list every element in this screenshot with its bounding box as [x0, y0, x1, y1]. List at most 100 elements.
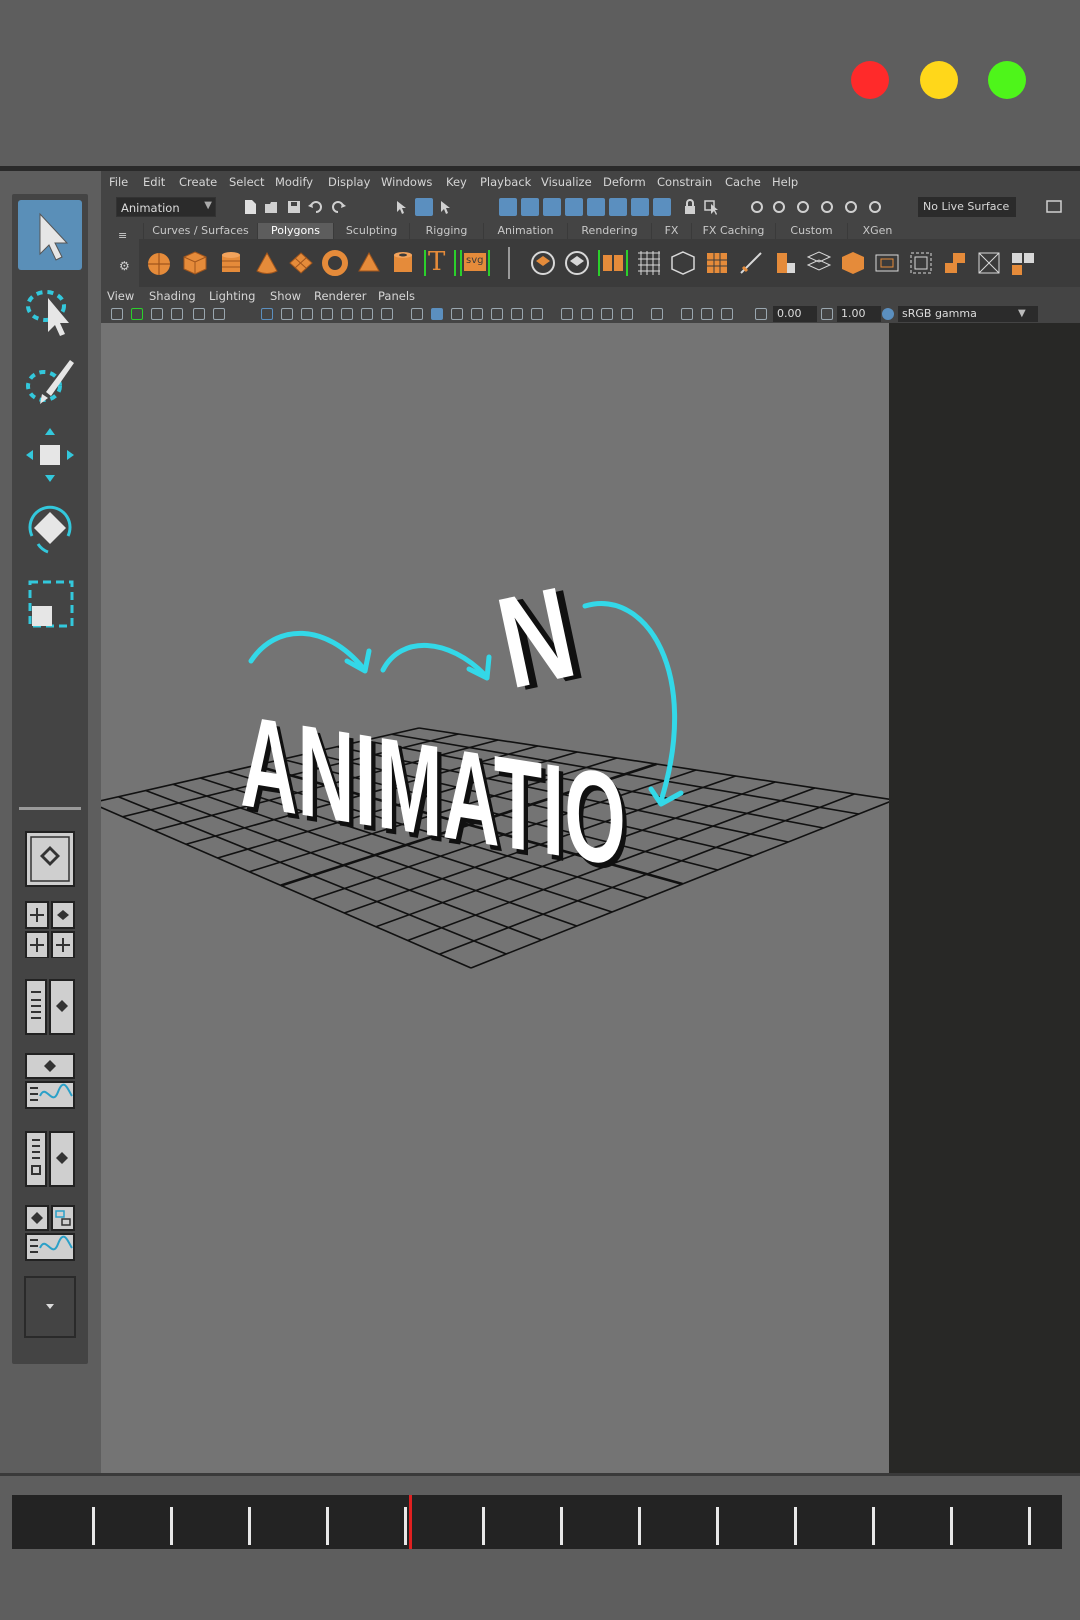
gear-icon[interactable]: ⚙	[119, 259, 130, 273]
tab-custom[interactable]: Custom	[775, 223, 847, 239]
four-pane-layout-button[interactable]	[24, 900, 76, 958]
target-weld-icon[interactable]	[941, 249, 969, 277]
tab-rendering[interactable]: Rendering	[567, 223, 651, 239]
menu-modify[interactable]: Modify	[275, 175, 313, 189]
backface-culling-icon[interactable]	[721, 308, 733, 320]
shelf-options[interactable]: ≡ ⚙	[101, 221, 139, 287]
render-setup-icon[interactable]	[843, 198, 861, 216]
xray-icon[interactable]	[681, 308, 693, 320]
select-component-icon[interactable]	[437, 198, 455, 216]
separate-icon[interactable]	[563, 249, 591, 277]
snap-grid-icon[interactable]	[499, 198, 517, 216]
tab-animation[interactable]: Animation	[483, 223, 567, 239]
hypershade-layout-button[interactable]	[24, 1130, 76, 1188]
panel-menu-shading[interactable]: Shading	[149, 289, 196, 303]
light-editor-icon[interactable]	[867, 198, 885, 216]
resolution-gate-icon[interactable]	[301, 308, 313, 320]
select-tool[interactable]	[18, 200, 82, 270]
render-view-icon[interactable]	[631, 198, 649, 216]
type-tool-button[interactable]: T	[423, 247, 457, 277]
menu-display[interactable]: Display	[328, 175, 370, 189]
textured-icon[interactable]	[471, 308, 483, 320]
layout-menu-button[interactable]	[24, 1276, 76, 1338]
combine-icon[interactable]	[529, 249, 557, 277]
camera-select-icon[interactable]	[703, 198, 721, 216]
poly-prism-icon[interactable]	[355, 249, 383, 277]
gamma-field[interactable]: 1.00	[837, 306, 881, 322]
image-plane-icon[interactable]	[171, 308, 183, 320]
single-pane-layout-button[interactable]	[24, 830, 76, 888]
snap-point-icon[interactable]	[543, 198, 561, 216]
exposure-field[interactable]: 0.00	[773, 306, 817, 322]
default-material-icon[interactable]	[451, 308, 463, 320]
save-scene-icon[interactable]	[285, 198, 303, 216]
render-current-icon[interactable]	[749, 198, 767, 216]
move-tool[interactable]	[18, 422, 82, 492]
bridge-icon[interactable]	[805, 249, 833, 277]
field-chart-icon[interactable]	[341, 308, 353, 320]
depth-of-field-icon[interactable]	[621, 308, 633, 320]
redo-icon[interactable]	[329, 198, 347, 216]
menu-edit[interactable]: Edit	[143, 175, 165, 189]
film-gate-icon[interactable]	[281, 308, 293, 320]
reduce-icon[interactable]	[669, 249, 697, 277]
menu-set-dropdown[interactable]: Animation ▼	[116, 197, 216, 217]
panel-menu-view[interactable]: View	[107, 289, 134, 303]
screen-space-ao-icon[interactable]	[561, 308, 573, 320]
maximize-button[interactable]	[988, 61, 1026, 99]
time-slider[interactable]	[12, 1495, 1062, 1549]
poly-sphere-icon[interactable]	[145, 249, 173, 277]
wireframe-on-shaded-icon[interactable]	[491, 308, 503, 320]
merge-icon[interactable]	[975, 249, 1003, 277]
color-management-icon[interactable]	[882, 308, 894, 320]
tab-fx-caching[interactable]: FX Caching	[691, 223, 775, 239]
poly-pipe-icon[interactable]	[389, 249, 417, 277]
scale-tool[interactable]	[18, 570, 82, 640]
camera-attributes-icon[interactable]	[131, 308, 143, 320]
motion-blur-icon[interactable]	[581, 308, 593, 320]
panel-menu-show[interactable]: Show	[270, 289, 301, 303]
help-question-icon[interactable]	[653, 198, 671, 216]
tab-sculpting[interactable]: Sculpting	[333, 223, 409, 239]
close-button[interactable]	[851, 61, 889, 99]
menu-help[interactable]: Help	[772, 175, 798, 189]
bookmark-icon[interactable]	[151, 308, 163, 320]
poly-torus-icon[interactable]	[321, 249, 349, 277]
menu-file[interactable]: File	[109, 175, 128, 189]
multi-cut-icon[interactable]	[737, 249, 765, 277]
undo-icon[interactable]	[307, 198, 325, 216]
panel-menu-renderer[interactable]: Renderer	[314, 289, 367, 303]
poly-cube-icon[interactable]	[181, 249, 209, 277]
open-scene-icon[interactable]	[263, 198, 281, 216]
poly-plane-icon[interactable]	[287, 249, 315, 277]
snap-surface-icon[interactable]	[587, 198, 605, 216]
gate-mask-icon[interactable]	[321, 308, 333, 320]
view-transform-dropdown[interactable]: sRGB gamma	[898, 306, 1038, 322]
smooth-shade-icon[interactable]	[431, 308, 443, 320]
menu-cache[interactable]: Cache	[725, 175, 761, 189]
smooth-icon[interactable]	[635, 249, 663, 277]
xray-joints-icon[interactable]	[701, 308, 713, 320]
rotate-tool[interactable]	[18, 496, 82, 566]
append-polygon-icon[interactable]	[873, 249, 901, 277]
menu-windows[interactable]: Windows	[381, 175, 432, 189]
grease-pencil-icon[interactable]	[213, 308, 225, 320]
playhead-marker[interactable]	[409, 1495, 412, 1549]
tab-rigging[interactable]: Rigging	[409, 223, 483, 239]
camera-icon[interactable]	[111, 308, 123, 320]
menu-select[interactable]: Select	[229, 175, 264, 189]
tab-curves-surfaces[interactable]: Curves / Surfaces	[143, 223, 257, 239]
isolate-select-icon[interactable]	[651, 308, 663, 320]
paint-select-tool[interactable]	[18, 348, 82, 418]
menu-visualize[interactable]: Visualize	[541, 175, 592, 189]
outliner-persp-layout-button[interactable]	[24, 978, 76, 1036]
anti-aliasing-icon[interactable]	[601, 308, 613, 320]
persp-node-graph-layout-button[interactable]	[24, 1204, 76, 1262]
select-hierarchy-icon[interactable]	[393, 198, 411, 216]
fill-hole-icon[interactable]	[907, 249, 935, 277]
poly-cylinder-icon[interactable]	[217, 249, 245, 277]
menu-create[interactable]: Create	[179, 175, 217, 189]
hypershade-icon[interactable]	[819, 198, 837, 216]
tab-xgen[interactable]: XGen	[847, 223, 907, 239]
panel-menu-lighting[interactable]: Lighting	[209, 289, 255, 303]
